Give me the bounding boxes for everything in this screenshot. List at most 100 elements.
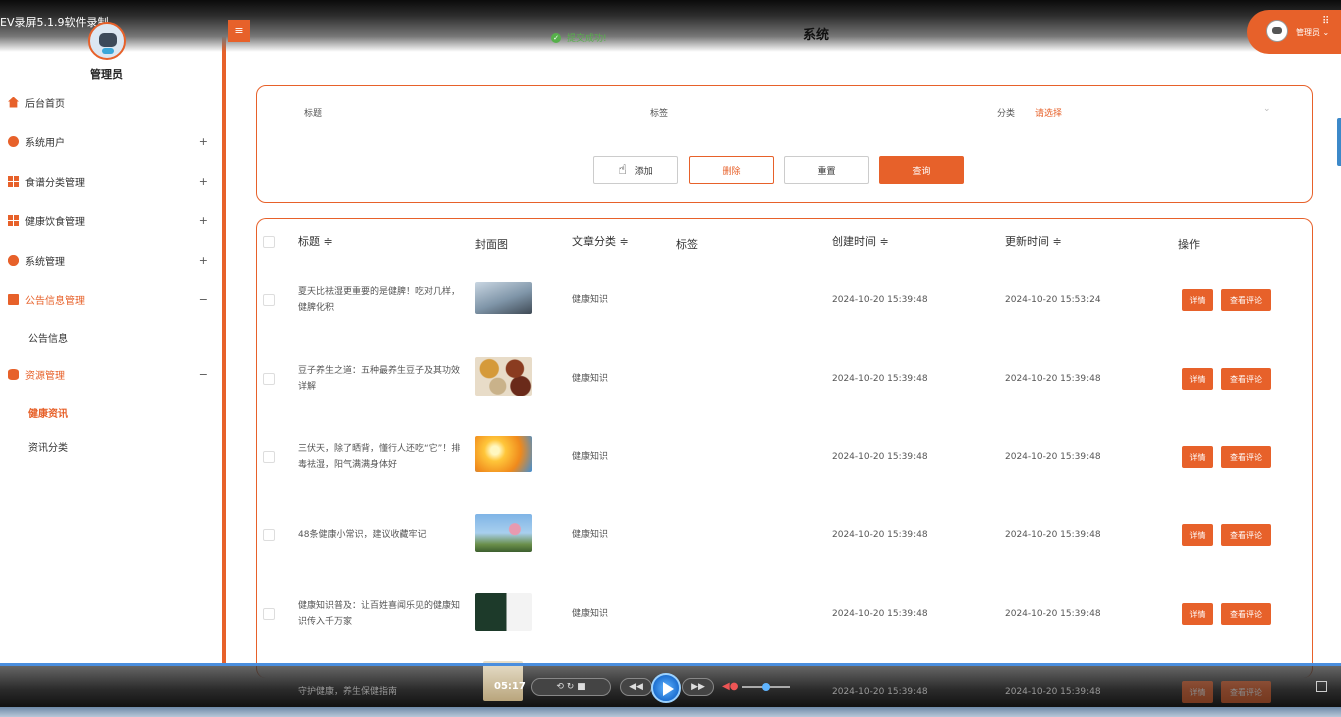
chevron-down-icon[interactable]: ⌄ (1263, 104, 1271, 114)
row-category: 健康知识 (572, 452, 609, 462)
hand-cursor-icon: ☝ (618, 162, 627, 178)
fullscreen-icon[interactable] (1316, 681, 1327, 692)
sidebar-username: 管理员 (90, 68, 123, 81)
col-header-tag: 标签 (676, 238, 698, 251)
detail-button[interactable]: 详情 (1182, 603, 1213, 625)
row-cover-image (475, 593, 532, 631)
sidebar-item-label: 系统用户 (25, 137, 65, 149)
user-avatar[interactable] (1266, 20, 1288, 42)
row-created: 2024-10-20 15:39:48 (832, 530, 928, 540)
col-header-actions: 操作 (1178, 238, 1200, 251)
view-comments-button[interactable]: 查看评论 (1221, 368, 1271, 390)
sidebar-item-healthy-diet[interactable]: 健康饮食管理 + (8, 210, 214, 230)
view-comments-button[interactable]: 查看评论 (1221, 446, 1271, 468)
recorder-overlay (0, 0, 1341, 52)
home-icon (8, 96, 19, 108)
admin-avatar[interactable] (88, 22, 126, 60)
detail-button[interactable]: 详情 (1182, 368, 1213, 390)
query-button[interactable]: 查询 (879, 156, 964, 184)
success-toast: ✓ 提交成功! (551, 31, 607, 44)
player-time: 05:17 (494, 681, 526, 692)
sidebar-item-system-manage[interactable]: 系统管理 + (8, 250, 214, 270)
category-select[interactable]: 请选择 (1035, 106, 1062, 119)
detail-button[interactable]: 详情 (1182, 289, 1213, 311)
document-icon (8, 293, 19, 305)
row-checkbox[interactable] (263, 529, 275, 541)
title-filter-label: 标题 (304, 109, 323, 119)
row-updated: 2024-10-20 15:39:48 (1005, 687, 1101, 697)
page-title: 系统 (803, 28, 830, 43)
row-updated: 2024-10-20 15:39:48 (1005, 374, 1101, 384)
volume-knob[interactable] (762, 683, 770, 691)
delete-button[interactable]: 删除 (689, 156, 774, 184)
sidebar-item-notice-manage[interactable]: 公告信息管理 − (8, 289, 214, 309)
row-title: 48条健康小常识，建议收藏牢记 (298, 530, 427, 540)
collapse-icon[interactable]: − (199, 293, 208, 306)
select-all-checkbox[interactable] (263, 236, 275, 248)
sidebar-item-home[interactable]: 后台首页 (8, 92, 214, 112)
player-options-group[interactable]: ⟲ ↻ ■ (531, 678, 611, 696)
col-header-cover: 封面图 (475, 238, 508, 251)
expand-icon[interactable]: + (199, 175, 208, 188)
row-category: 健康知识 (572, 609, 609, 619)
detail-button[interactable]: 详情 (1182, 446, 1213, 468)
category-filter-label: 分类 (997, 109, 1016, 119)
row-title: 豆子养生之道：五种最养生豆子及其功效详解 (298, 366, 461, 392)
col-header-updated[interactable]: 更新时间 ≑ (1005, 233, 1062, 249)
row-cover-image (475, 436, 532, 472)
sidebar-subitem-notice[interactable]: 公告信息 (28, 330, 68, 345)
tag-filter-label: 标签 (650, 109, 669, 119)
row-checkbox[interactable] (263, 608, 275, 620)
sidebar-item-label: 后台首页 (25, 98, 65, 110)
sidebar-item-resource-manage[interactable]: 资源管理 − (8, 364, 214, 384)
row-checkbox[interactable] (263, 451, 275, 463)
sidebar-subitem-health-news[interactable]: 健康资讯 (28, 405, 68, 420)
row-title: 三伏天，除了晒背，懂行人还吃“它”！排毒祛湿，阳气满满身体好 (298, 444, 461, 470)
sidebar-item-label: 系统管理 (25, 256, 65, 268)
database-icon (8, 368, 19, 380)
rewind-button[interactable]: ◀◀ (620, 678, 652, 696)
reset-button[interactable]: 重置 (784, 156, 869, 184)
detail-button[interactable]: 详情 (1182, 524, 1213, 546)
collapse-icon[interactable]: − (199, 368, 208, 381)
row-category: 健康知识 (572, 374, 609, 384)
detail-button[interactable]: 详情 (1182, 681, 1213, 703)
view-comments-button[interactable]: 查看评论 (1221, 289, 1271, 311)
add-button[interactable]: ☝ 添加 (593, 156, 678, 184)
row-cover-image (475, 282, 532, 314)
edge-tab[interactable] (1337, 118, 1341, 166)
expand-icon[interactable]: + (199, 254, 208, 267)
view-comments-button[interactable]: 查看评论 (1221, 681, 1271, 703)
row-created: 2024-10-20 15:39:48 (832, 452, 928, 462)
search-panel (256, 85, 1313, 203)
row-created: 2024-10-20 15:39:48 (832, 609, 928, 619)
row-checkbox[interactable] (263, 294, 275, 306)
fast-forward-button[interactable]: ▶▶ (682, 678, 714, 696)
sidebar-item-system-users[interactable]: 系统用户 + (8, 131, 214, 151)
menu-toggle-button[interactable]: ≡ (228, 20, 250, 42)
expand-icon[interactable]: + (199, 214, 208, 227)
row-created: 2024-10-20 15:39:48 (832, 687, 928, 697)
view-comments-button[interactable]: 查看评论 (1221, 603, 1271, 625)
taskbar (0, 707, 1341, 717)
player-progress-line[interactable] (0, 663, 1341, 666)
play-button[interactable] (651, 673, 681, 703)
row-updated: 2024-10-20 15:39:48 (1005, 609, 1101, 619)
row-title: 守护健康，养生保健指南 (298, 687, 398, 697)
row-cover-image (475, 357, 532, 396)
sidebar-item-recipe-category[interactable]: 食谱分类管理 + (8, 171, 214, 191)
user-name[interactable]: 管理员 ⌄ (1296, 27, 1329, 38)
view-comments-button[interactable]: 查看评论 (1221, 524, 1271, 546)
col-header-created[interactable]: 创建时间 ≑ (832, 233, 889, 249)
sidebar-subitem-news-category[interactable]: 资讯分类 (28, 439, 68, 454)
user-icon (8, 135, 19, 147)
volume-icon[interactable]: ◀● (722, 681, 738, 692)
row-checkbox[interactable] (263, 373, 275, 385)
expand-icon[interactable]: + (199, 135, 208, 148)
col-header-title[interactable]: 标题 ≑ (298, 233, 333, 249)
grid-icon (8, 214, 19, 226)
col-header-category[interactable]: 文章分类 ≑ (572, 233, 629, 249)
row-updated: 2024-10-20 15:39:48 (1005, 530, 1101, 540)
apps-icon[interactable]: ⠿ (1322, 16, 1329, 27)
row-title: 健康知识普及：让百姓喜闻乐见的健康知识传入千万家 (298, 601, 461, 627)
